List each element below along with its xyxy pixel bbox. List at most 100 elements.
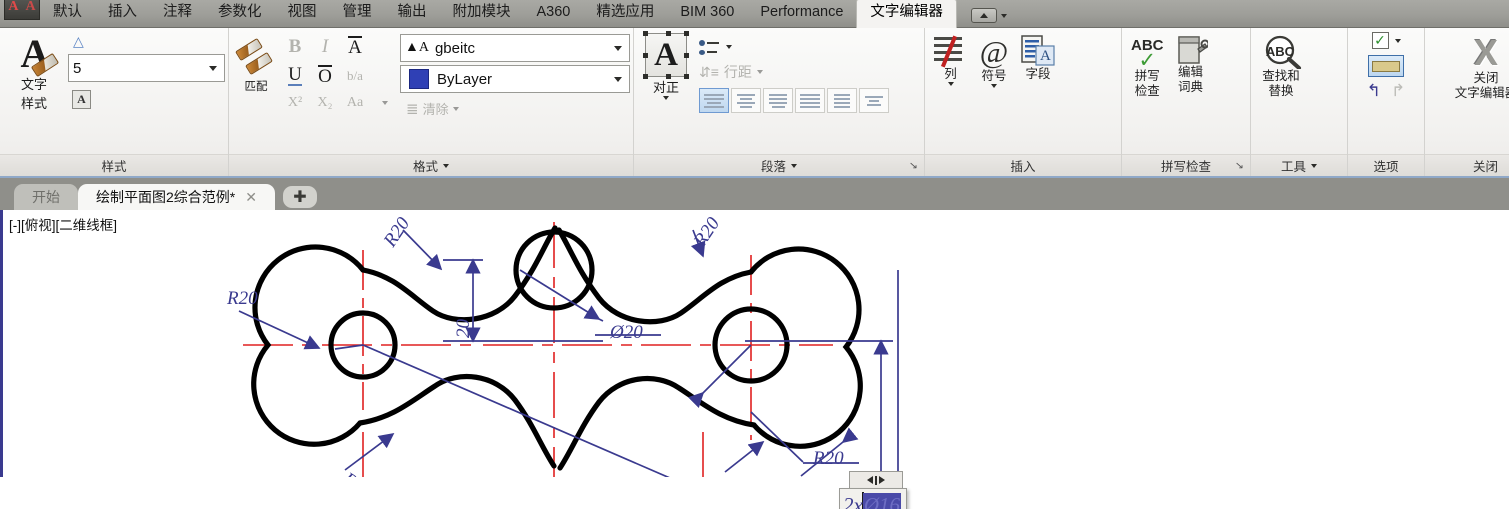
ribbon-tab-featured-apps[interactable]: 精选应用 bbox=[583, 0, 667, 27]
panel-title-close-label: 关闭 bbox=[1472, 160, 1498, 174]
chevron-down-icon[interactable] bbox=[209, 65, 217, 71]
justify-button[interactable]: A 对正 bbox=[637, 31, 695, 154]
panel-title-paragraph[interactable]: 段落 ↘ bbox=[634, 154, 924, 176]
annotative-icon[interactable]: △ bbox=[73, 35, 84, 50]
text-color-combo[interactable]: ByLayer bbox=[400, 65, 630, 93]
ribbon-tab-bar: A A 默认 插入 注释 参数化 视图 管理 输出 附加模块 A360 精选应用… bbox=[0, 0, 1509, 28]
change-case-button[interactable]: Aa bbox=[347, 95, 363, 111]
panel-title-style-label: 样式 bbox=[101, 160, 127, 174]
ribbon-minimize-control[interactable] bbox=[970, 8, 1007, 23]
bullets-numbering-button[interactable] bbox=[699, 35, 921, 59]
align-distributed-button[interactable] bbox=[827, 88, 857, 113]
symbol-button[interactable]: @ 符号 bbox=[973, 32, 1015, 154]
chevron-down-icon[interactable] bbox=[1000, 13, 1007, 18]
italic-button[interactable]: I bbox=[322, 36, 328, 58]
ribbon-tab-manage[interactable]: 管理 bbox=[330, 0, 385, 27]
underline-button[interactable]: U bbox=[288, 65, 302, 86]
text-height-combo[interactable]: 5 bbox=[68, 54, 225, 82]
ribbon-tab-annotate[interactable]: 注释 bbox=[150, 0, 205, 27]
close-text-editor-button[interactable]: X 关闭 文字编辑器 bbox=[1449, 32, 1509, 154]
inplace-text-editor[interactable]: 2xØ16 bbox=[839, 471, 907, 509]
overline-button[interactable]: O bbox=[318, 64, 332, 87]
chevron-down-icon[interactable] bbox=[614, 45, 622, 51]
paragraph-settings-button[interactable] bbox=[859, 88, 889, 113]
panel-title-style[interactable]: 样式 bbox=[0, 154, 228, 176]
undo-button[interactable]: ↰ bbox=[1367, 81, 1381, 101]
text-style-label-1: 文字 bbox=[20, 77, 47, 92]
text-style-button[interactable]: A 文字 样式 bbox=[3, 32, 65, 154]
ribbon-tab-default[interactable]: 默认 bbox=[40, 0, 95, 27]
match-properties-button[interactable]: 匹配 bbox=[232, 32, 280, 154]
ribbon-tab-text-editor[interactable]: 文字编辑器 bbox=[856, 0, 957, 28]
panel-title-spellcheck[interactable]: 拼写检查 ↘ bbox=[1122, 154, 1250, 176]
chevron-down-icon[interactable] bbox=[1311, 163, 1317, 168]
chevron-down-icon[interactable] bbox=[1394, 38, 1401, 43]
field-button[interactable]: A 字段 bbox=[1015, 32, 1061, 154]
ribbon-tab-a360[interactable]: A360 bbox=[524, 0, 584, 27]
ribbon-minimize-button[interactable] bbox=[970, 8, 997, 23]
ribbon-tab-performance[interactable]: Performance bbox=[747, 0, 856, 27]
ribbon-tab-output[interactable]: 输出 bbox=[385, 0, 440, 27]
align-justify-button[interactable] bbox=[795, 88, 825, 113]
panel-title-close[interactable]: 关闭 bbox=[1425, 154, 1509, 176]
clear-formatting-button[interactable]: ≣ 清除 bbox=[400, 99, 630, 118]
document-tab-start[interactable]: 开始 bbox=[14, 184, 78, 210]
chevron-down-icon[interactable] bbox=[726, 45, 732, 49]
strikethrough-button[interactable]: A bbox=[348, 35, 362, 58]
new-tab-button[interactable]: ✚ bbox=[282, 186, 317, 208]
ruler-toggle-button[interactable] bbox=[1368, 55, 1404, 77]
align-center-button[interactable] bbox=[731, 88, 761, 113]
chevron-down-icon[interactable] bbox=[756, 70, 763, 74]
ribbon-tab-insert[interactable]: 插入 bbox=[95, 0, 150, 27]
subscript-button[interactable]: X₂ bbox=[318, 95, 333, 111]
ribbon-panel-spellcheck: ABC ✓ 拼写 检查 编辑 词典 拼写检查 ↘ bbox=[1122, 28, 1251, 176]
ribbon-tab-view[interactable]: 视图 bbox=[275, 0, 330, 27]
redo-button[interactable]: ↱ bbox=[1391, 81, 1405, 101]
line-spacing-button[interactable]: ⇵≡ 行距 bbox=[699, 59, 921, 85]
font-name-combo[interactable]: ▲A gbeitc bbox=[400, 34, 630, 62]
justify-icon: A bbox=[643, 31, 689, 79]
spell-check-button[interactable]: ABC ✓ 拼写 检查 bbox=[1125, 32, 1170, 154]
chevron-down-icon[interactable] bbox=[443, 163, 449, 168]
panel-title-tools[interactable]: 工具 bbox=[1251, 154, 1347, 176]
chevron-down-icon[interactable] bbox=[663, 96, 669, 100]
close-icon[interactable]: ✕ bbox=[245, 189, 257, 206]
more-options-checkbox[interactable]: ✓ bbox=[1371, 32, 1389, 49]
chevron-down-icon[interactable] bbox=[614, 76, 622, 82]
document-tab-bar: 开始 绘制平面图2综合范例* ✕ ✚ bbox=[0, 178, 1509, 210]
panel-title-format[interactable]: 格式 bbox=[229, 154, 633, 176]
autocad-app-menu-button[interactable]: A A bbox=[4, 0, 40, 20]
find-replace-label-1: 查找和 bbox=[1262, 69, 1300, 83]
selected-text[interactable]: Ø16 bbox=[862, 493, 901, 509]
chevron-down-icon[interactable] bbox=[947, 82, 954, 86]
bold-button[interactable]: B bbox=[289, 36, 302, 58]
chevron-down-icon[interactable] bbox=[382, 101, 388, 105]
text-editor-box[interactable]: 2xØ16 bbox=[839, 488, 907, 509]
paragraph-dialog-launcher[interactable]: ↘ bbox=[909, 160, 918, 172]
clear-label: 清除 bbox=[422, 102, 449, 117]
ribbon-tab-addins[interactable]: 附加模块 bbox=[440, 0, 524, 27]
chevron-down-icon[interactable] bbox=[991, 84, 997, 88]
chevron-down-icon[interactable] bbox=[452, 106, 459, 111]
find-replace-button[interactable]: ABC 查找和 替换 bbox=[1254, 32, 1308, 154]
ribbon-tab-bim360[interactable]: BIM 360 bbox=[667, 0, 747, 27]
columns-button[interactable]: 列 bbox=[928, 32, 973, 154]
drawing-canvas[interactable]: [-][俯视][二维线框] R20 R20 R20 20 Ø20 R20 2xØ… bbox=[0, 210, 1509, 509]
superscript-button[interactable]: X² bbox=[288, 95, 302, 111]
spellcheck-label-1: 拼写 bbox=[1134, 69, 1160, 83]
edit-dictionary-button[interactable]: 编辑 词典 bbox=[1170, 32, 1212, 154]
panel-title-insert[interactable]: 插入 bbox=[925, 154, 1121, 176]
ribbon-tab-parametric[interactable]: 参数化 bbox=[205, 0, 275, 27]
stack-button[interactable]: b/a bbox=[347, 68, 363, 84]
spellcheck-dialog-launcher[interactable]: ↘ bbox=[1235, 160, 1244, 172]
chevron-down-icon[interactable] bbox=[791, 163, 797, 168]
text-mask-icon[interactable]: A bbox=[72, 90, 91, 109]
dimension-text: 20 bbox=[453, 319, 474, 339]
text-editor-content[interactable]: 2xØ16 bbox=[843, 493, 901, 509]
align-right-button[interactable] bbox=[763, 88, 793, 113]
align-left-button[interactable] bbox=[699, 88, 729, 113]
document-tab-drawing[interactable]: 绘制平面图2综合范例* ✕ bbox=[78, 184, 275, 210]
at-symbol-icon: @ bbox=[979, 34, 1009, 69]
text-editor-width-grip[interactable] bbox=[849, 471, 903, 489]
panel-title-options[interactable]: 选项 bbox=[1348, 154, 1424, 176]
